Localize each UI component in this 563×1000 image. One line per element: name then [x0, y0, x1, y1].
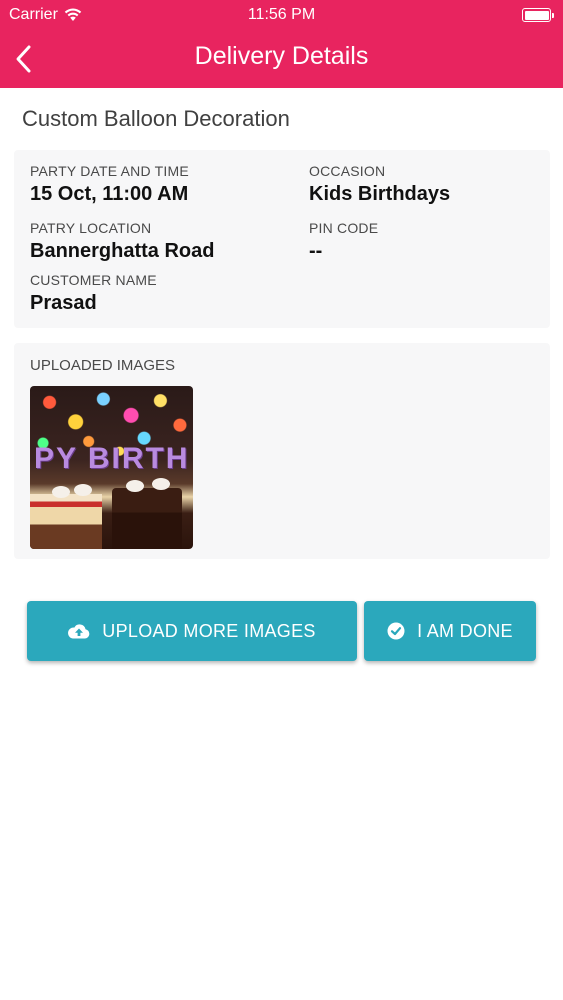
- status-time: 11:56 PM: [247, 6, 316, 23]
- party-date-value: 15 Oct, 11:00 AM: [30, 183, 189, 205]
- customer-name-value: Prasad: [30, 292, 97, 314]
- party-date-field: PARTY DATE AND TIME 15 Oct, 11:00 AM: [30, 163, 189, 206]
- location-label: PATRY LOCATION: [30, 220, 152, 236]
- location-field: PATRY LOCATION Bannerghatta Road: [30, 220, 214, 263]
- occasion-field: OCCASION Kids Birthdays: [309, 163, 450, 206]
- status-bar: Carrier 11:56 PM: [0, 0, 563, 30]
- i-am-done-button[interactable]: I AM DONE: [364, 601, 536, 661]
- pin-code-label: PIN CODE: [309, 220, 379, 236]
- uploaded-images-card: UPLOADED IMAGES PY BIRTH: [14, 343, 550, 559]
- cream-dollop: [126, 480, 144, 492]
- customer-name-field: CUSTOMER NAME Prasad: [30, 272, 157, 315]
- occasion-label: OCCASION: [309, 163, 386, 179]
- nav-bar: Delivery Details: [0, 30, 563, 88]
- thumbnail-candle-letters: PY BIRTH: [34, 442, 190, 475]
- upload-more-images-button[interactable]: UPLOAD MORE IMAGES: [27, 601, 357, 661]
- cloud-upload-icon: [68, 624, 90, 639]
- i-am-done-label: I AM DONE: [417, 620, 513, 641]
- page-title: Delivery Details: [194, 42, 369, 70]
- occasion-value: Kids Birthdays: [309, 183, 451, 205]
- service-title: Custom Balloon Decoration: [22, 106, 290, 131]
- cream-dollop: [74, 484, 92, 496]
- customer-name-label: CUSTOMER NAME: [30, 272, 157, 288]
- battery-icon: [522, 8, 554, 22]
- delivery-details-card: PARTY DATE AND TIME 15 Oct, 11:00 AM OCC…: [14, 150, 550, 328]
- pin-code-value: --: [309, 240, 323, 262]
- cake-slice-left: [30, 494, 102, 549]
- upload-more-images-label: UPLOAD MORE IMAGES: [102, 620, 316, 641]
- pin-code-field: PIN CODE --: [309, 220, 378, 263]
- cake-slice-right: [112, 488, 182, 549]
- uploaded-images-label: UPLOADED IMAGES: [30, 357, 176, 374]
- party-date-label: PARTY DATE AND TIME: [30, 163, 189, 179]
- cream-dollop: [52, 486, 70, 498]
- cream-dollop: [152, 478, 170, 490]
- check-circle-icon: [387, 622, 405, 640]
- uploaded-image-thumbnail[interactable]: PY BIRTH: [30, 386, 193, 549]
- location-value: Bannerghatta Road: [30, 240, 215, 262]
